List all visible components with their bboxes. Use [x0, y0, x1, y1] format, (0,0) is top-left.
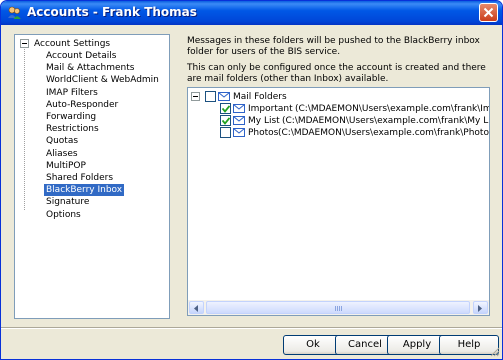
folder-path: (C:\MDAEMON\Users\example.com\frank\My L…	[282, 116, 490, 126]
settings-tree[interactable]: Account Settings Account Details Mail & A…	[14, 34, 170, 319]
tree-collapse-toggle[interactable]	[20, 39, 29, 48]
folder-path: (C:\MDAEMON\Users\example.com\frank\Phot…	[278, 128, 490, 138]
tree-item[interactable]: Auto-Responder	[44, 99, 120, 111]
tree-item-label: Account Details	[46, 51, 117, 61]
mail-folder-icon	[218, 91, 230, 102]
tree-item[interactable]: Aliases	[44, 148, 80, 160]
folder-name: Important	[248, 104, 293, 114]
folder-collapse-toggle[interactable]	[191, 92, 200, 101]
window-title: Accounts - Frank Thomas	[27, 5, 197, 19]
checkmark-icon	[222, 117, 230, 125]
tree-item-label: MultiPOP	[46, 160, 86, 171]
tree-item[interactable]: Forwarding	[44, 111, 98, 123]
tree-item-label: IMAP Filters	[46, 87, 98, 98]
tree-item[interactable]: Shared Folders	[44, 172, 115, 184]
scroll-thumb[interactable]	[206, 301, 470, 314]
tree-item[interactable]: Options	[44, 209, 83, 221]
description-text-1: Messages in these folders will be pushed…	[187, 36, 480, 57]
mail-folder-icon	[233, 103, 245, 114]
tree-item-label: Signature	[46, 197, 90, 208]
tree-item[interactable]: WorldClient & WebAdmin	[44, 74, 161, 86]
tree-item-label: Auto-Responder	[46, 99, 119, 110]
ok-button[interactable]: Ok	[283, 335, 343, 355]
close-icon	[483, 7, 494, 18]
scroll-grip	[335, 306, 343, 311]
mail-folder-icon	[233, 115, 245, 126]
folder-root-checkbox[interactable]	[205, 91, 216, 102]
apply-button[interactable]: Apply	[387, 335, 447, 355]
arrow-left-icon	[194, 305, 198, 312]
tree-item-label: BlackBerry Inbox	[44, 184, 125, 197]
tree-item-label: Forwarding	[46, 112, 97, 122]
folder-root-label: Mail Folders	[233, 92, 287, 102]
mail-folders-tree[interactable]: Mail Folders Important (C:\MDAEMON\Users\…	[187, 87, 490, 316]
accounts-dialog: Accounts - Frank Thomas Account Settings…	[0, 0, 503, 360]
tree-item[interactable]: IMAP Filters	[44, 87, 100, 99]
arrow-right-icon	[478, 305, 482, 312]
checkmark-icon	[222, 105, 230, 113]
tree-item[interactable]: Restrictions	[44, 123, 101, 135]
tree-item-label: Quotas	[46, 136, 79, 147]
tree-item-label: Mail & Attachments	[46, 63, 135, 74]
folder-checkbox[interactable]	[220, 127, 231, 138]
tree-item-label: Options	[46, 209, 81, 220]
tree-item-label: WorldClient & WebAdmin	[46, 75, 159, 86]
folder-name: Photos	[248, 128, 279, 138]
folder-checkbox[interactable]	[220, 115, 231, 126]
tree-item[interactable]: Quotas	[44, 135, 80, 147]
tree-item[interactable]: Account Details	[44, 50, 118, 62]
accounts-app-icon	[7, 5, 22, 20]
mail-folder-icon	[233, 127, 245, 138]
description-text-2: This can only be configured once the acc…	[187, 63, 486, 84]
cancel-button[interactable]: Cancel	[335, 335, 395, 355]
resize-grip-icon[interactable]	[490, 347, 500, 357]
close-button[interactable]	[479, 3, 498, 22]
tree-item-label: Aliases	[46, 148, 78, 159]
tree-root-label: Account Settings	[34, 39, 111, 49]
tree-item[interactable]: MultiPOP	[44, 160, 88, 172]
folder-path: (C:\MDAEMON\Users\example.com\frank\Impo…	[295, 104, 489, 114]
tree-item[interactable]: BlackBerry Inbox	[44, 184, 125, 197]
tree-item[interactable]: Signature	[44, 196, 91, 208]
tree-connector	[24, 49, 25, 210]
tree-item[interactable]: Mail & Attachments	[44, 62, 136, 74]
scroll-right-button[interactable]	[473, 301, 488, 314]
title-bar[interactable]: Accounts - Frank Thomas	[1, 1, 502, 25]
horizontal-scrollbar[interactable]	[188, 300, 489, 315]
scroll-left-button[interactable]	[189, 301, 204, 314]
footer-separator	[1, 327, 502, 329]
tree-root[interactable]: Account Settings	[32, 38, 112, 50]
tree-item-label: Shared Folders	[46, 173, 114, 183]
tree-item-label: Restrictions	[46, 124, 99, 135]
folder-name: My List	[248, 116, 280, 126]
folder-checkbox[interactable]	[220, 103, 231, 114]
